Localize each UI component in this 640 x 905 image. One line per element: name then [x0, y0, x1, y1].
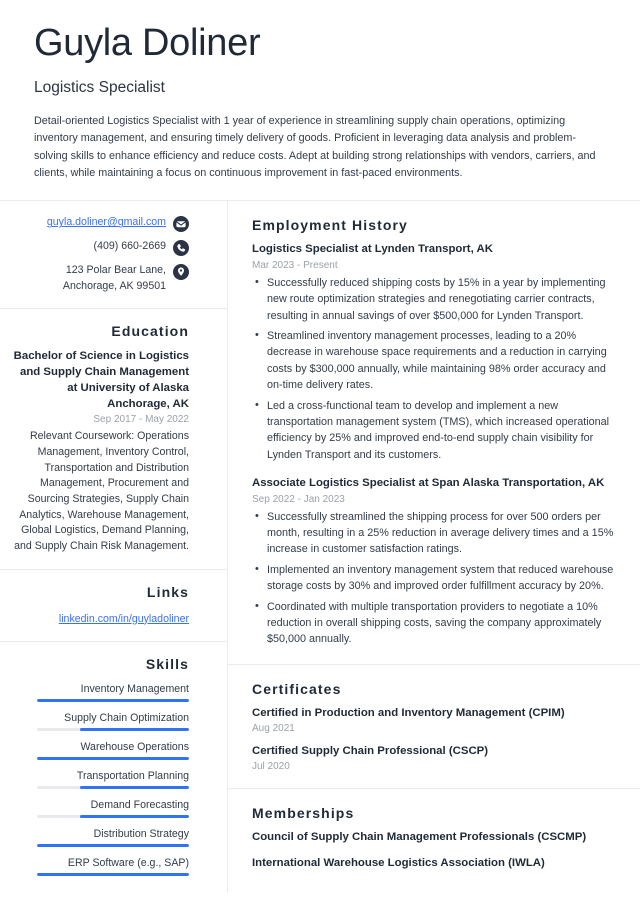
skill-level-track — [37, 814, 189, 818]
employment-bullet: Coordinated with multiple transportation… — [252, 598, 614, 648]
employment-bullet: Successfully streamlined the shipping pr… — [252, 508, 614, 558]
certificates-section: Certificates Certified in Production and… — [228, 665, 640, 790]
education-section: Education Bachelor of Science in Logisti… — [0, 309, 227, 570]
skill-item: Inventory Management — [12, 683, 189, 702]
resume-body: guyla.doliner@gmail.com (409) 660-2669 1… — [0, 201, 640, 892]
contact-details-section: guyla.doliner@gmail.com (409) 660-2669 1… — [0, 201, 227, 309]
resume-header: Guyla Doliner Logistics Specialist Detai… — [0, 0, 640, 200]
employment-job-date: Mar 2023 - Present — [252, 259, 338, 271]
employment-job-date: Sep 2022 - Jan 2023 — [252, 493, 345, 505]
certificate-item: Certified in Production and Inventory Ma… — [252, 706, 614, 734]
skill-item: Demand Forecasting — [12, 799, 189, 818]
employment-bullet: Successfully reduced shipping costs by 1… — [252, 274, 614, 324]
location-pin-icon — [173, 264, 189, 281]
membership-title: Council of Supply Chain Management Profe… — [252, 831, 587, 844]
skill-item: Transportation Planning — [12, 770, 189, 789]
memberships-section: Memberships Council of Supply Chain Mana… — [228, 789, 640, 887]
header-job-title: Logistics Specialist — [34, 78, 165, 96]
certificates-list: Certified in Production and Inventory Ma… — [252, 706, 614, 773]
professional-summary: Detail-oriented Logistics Specialist wit… — [34, 114, 596, 179]
skill-level-fill — [79, 727, 189, 731]
page-title: Guyla Doliner — [34, 22, 261, 64]
phone-icon — [173, 240, 189, 257]
envelope-icon — [173, 216, 189, 233]
employment-history-section: Employment History Logistics Specialist … — [228, 201, 640, 665]
certificate-date: Aug 2021 — [252, 723, 295, 735]
sidebar-column: guyla.doliner@gmail.com (409) 660-2669 1… — [0, 201, 228, 892]
skill-name: ERP Software (e.g., SAP) — [67, 856, 189, 869]
membership-title: International Warehouse Logistics Associ… — [252, 856, 545, 869]
education-section-title: Education — [111, 322, 189, 339]
skills-section-title: Skills — [145, 655, 189, 672]
membership-item: International Warehouse Logistics Associ… — [252, 856, 614, 871]
skill-level-fill — [79, 814, 189, 818]
employment-bullet: Streamlined inventory management process… — [252, 327, 614, 394]
skill-level-fill — [37, 872, 189, 876]
employment-bullets: Successfully reduced shipping costs by 1… — [252, 274, 614, 464]
education-description: Relevant Coursework: Operations Manageme… — [14, 430, 189, 552]
certificates-section-title: Certificates — [252, 680, 342, 697]
skill-name: Transportation Planning — [76, 769, 189, 782]
links-section-title: Links — [146, 583, 189, 600]
memberships-section-title: Memberships — [252, 805, 355, 822]
employment-item: Logistics Specialist at Lynden Transport… — [252, 242, 614, 463]
skill-item: Distribution Strategy — [12, 828, 189, 847]
address-value: 123 Polar Bear Lane, Anchorage, AK 99501 — [62, 264, 166, 292]
skill-level-track — [37, 727, 189, 731]
certificate-title: Certified in Production and Inventory Ma… — [252, 706, 565, 719]
certificate-title: Certified Supply Chain Professional (CSC… — [252, 745, 489, 758]
membership-item: Council of Supply Chain Management Profe… — [252, 830, 614, 845]
skill-level-track — [37, 843, 189, 847]
skill-name: Warehouse Operations — [80, 740, 189, 753]
skill-name: Supply Chain Optimization — [64, 711, 189, 724]
skill-item: Supply Chain Optimization — [12, 712, 189, 731]
phone-value: (409) 660-2669 — [93, 240, 166, 253]
skill-item: ERP Software (e.g., SAP) — [12, 857, 189, 876]
contact-item-phone[interactable]: (409) 660-2669 — [12, 239, 189, 257]
employment-list: Logistics Specialist at Lynden Transport… — [252, 242, 614, 647]
skill-level-track — [37, 872, 189, 876]
resume-document: Guyla Doliner Logistics Specialist Detai… — [0, 0, 640, 905]
skill-level-fill — [37, 698, 189, 702]
employment-job-heading: Logistics Specialist at Lynden Transport… — [252, 243, 493, 256]
employment-bullet: Implemented an inventory management syst… — [252, 561, 614, 595]
employment-bullets: Successfully streamlined the shipping pr… — [252, 508, 614, 648]
email-value[interactable]: guyla.doliner@gmail.com — [47, 215, 166, 230]
skill-name: Inventory Management — [80, 682, 189, 695]
employment-item: Associate Logistics Specialist at Span A… — [252, 476, 614, 648]
link-item-linkedin[interactable]: linkedin.com/in/guyladoliner — [59, 613, 189, 625]
memberships-list: Council of Supply Chain Management Profe… — [252, 830, 614, 871]
skill-level-fill — [37, 756, 189, 760]
certificate-item: Certified Supply Chain Professional (CSC… — [252, 744, 614, 772]
employment-section-title: Employment History — [252, 217, 408, 234]
links-section: Links linkedin.com/in/guyladoliner — [0, 570, 227, 642]
main-column: Employment History Logistics Specialist … — [228, 201, 640, 891]
skill-level-track — [37, 756, 189, 760]
skill-level-fill — [79, 785, 189, 789]
skill-level-fill — [37, 843, 189, 847]
education-date: Sep 2017 - May 2022 — [93, 414, 189, 426]
skill-level-track — [37, 785, 189, 789]
employment-job-heading: Associate Logistics Specialist at Span A… — [252, 477, 605, 490]
employment-bullet: Led a cross-functional team to develop a… — [252, 397, 614, 464]
skills-list: Inventory Management Supply Chain Optimi… — [12, 681, 189, 876]
education-degree: Bachelor of Science in Logistics and Sup… — [13, 349, 189, 411]
skill-level-track — [37, 698, 189, 702]
skill-name: Distribution Strategy — [93, 827, 189, 840]
skills-section: Skills Inventory Management Supply Chain… — [0, 642, 227, 892]
contact-item-address[interactable]: 123 Polar Bear Lane, Anchorage, AK 99501 — [12, 263, 189, 293]
skill-name: Demand Forecasting — [90, 798, 189, 811]
skill-item: Warehouse Operations — [12, 741, 189, 760]
contact-item-email[interactable]: guyla.doliner@gmail.com — [12, 215, 189, 233]
certificate-date: Jul 2020 — [252, 761, 290, 773]
